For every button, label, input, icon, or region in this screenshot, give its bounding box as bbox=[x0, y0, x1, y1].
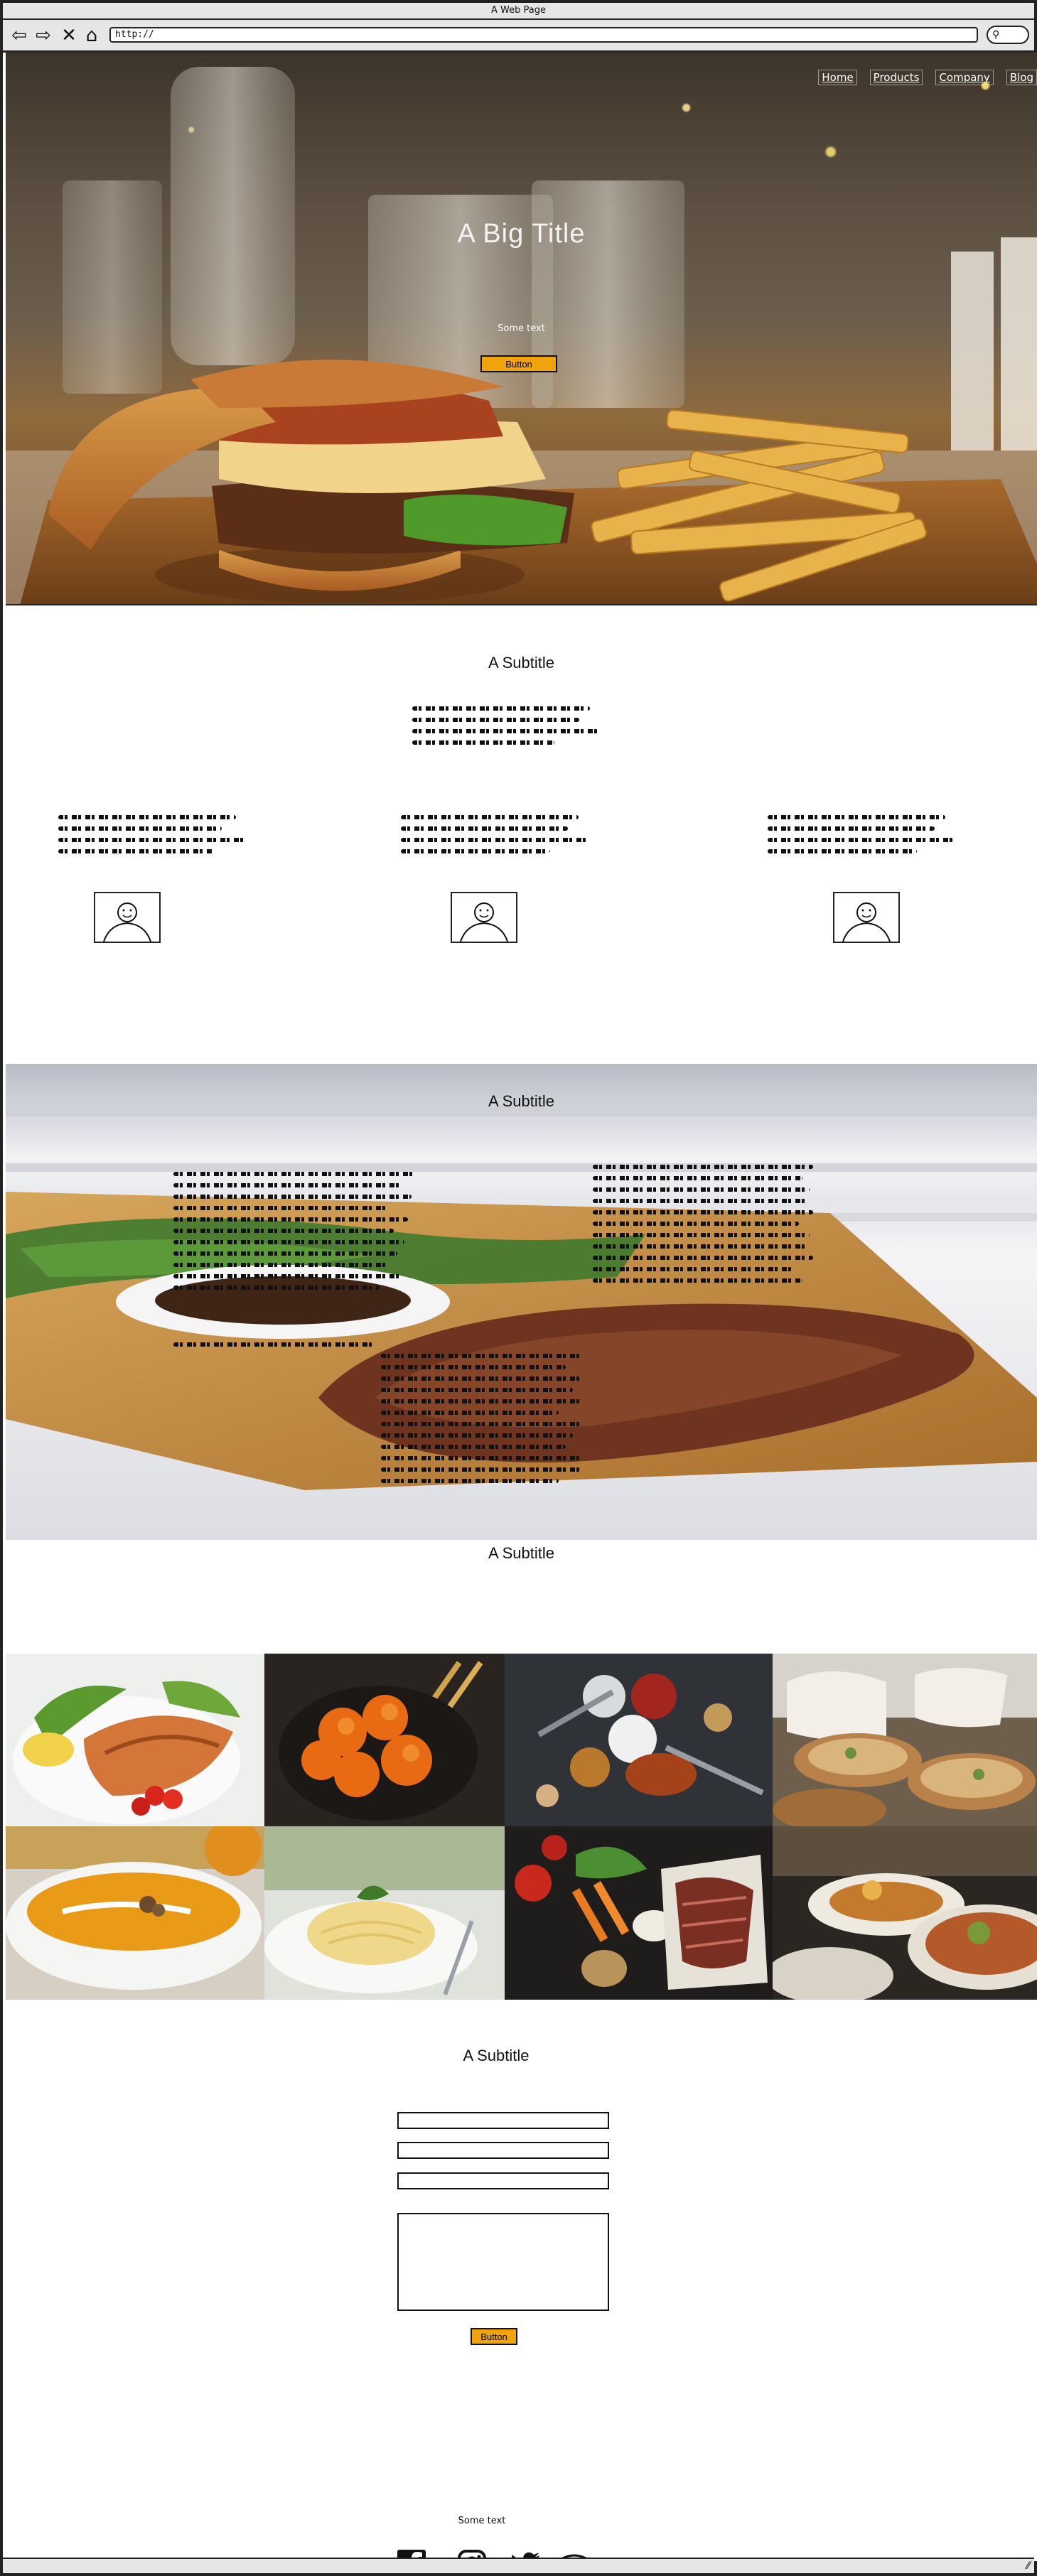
gallery-photo-platters[interactable] bbox=[773, 1826, 1037, 2000]
avatar-1 bbox=[94, 892, 161, 943]
gallery-photo-salmon[interactable] bbox=[6, 1654, 264, 1826]
message-textarea[interactable] bbox=[397, 2213, 609, 2311]
section-subtitle: A Subtitle bbox=[488, 1544, 554, 1562]
gallery-photo-chef[interactable] bbox=[773, 1654, 1037, 1826]
section-subtitle: A Subtitle bbox=[488, 654, 554, 672]
section-subtitle: A Subtitle bbox=[488, 1092, 554, 1110]
hero-text: Some text bbox=[498, 323, 545, 334]
forward-icon[interactable]: ⇨ bbox=[34, 26, 53, 45]
gallery-photo-veg-steak[interactable] bbox=[505, 1826, 773, 2000]
section-subtitle: A Subtitle bbox=[463, 2047, 530, 2064]
search-input[interactable]: ⚲ bbox=[987, 26, 1029, 44]
nav-home[interactable]: Home bbox=[818, 70, 857, 85]
email-field[interactable] bbox=[397, 2142, 609, 2159]
url-input[interactable]: http:// bbox=[109, 27, 978, 43]
close-icon[interactable]: ✕ bbox=[60, 26, 78, 45]
story-text-2 bbox=[593, 1165, 813, 1290]
phone-field[interactable] bbox=[397, 2172, 609, 2189]
feature-text-3 bbox=[768, 815, 960, 861]
resize-grip-icon[interactable]: ⁄⁄ bbox=[1026, 2560, 1030, 2572]
hero-button[interactable]: Button bbox=[480, 355, 557, 372]
search-icon: ⚲ bbox=[992, 29, 1000, 41]
page-viewport: Home Products Company Blog A Big Title S… bbox=[6, 53, 1037, 2561]
gallery-photo-pasta[interactable] bbox=[264, 1826, 505, 2000]
browser-toolbar: ⇦ ⇨ ✕ ⌂ http:// ⚲ bbox=[3, 20, 1034, 53]
browser-window: A Web Page ⇦ ⇨ ✕ ⌂ http:// ⚲ Home Produc… bbox=[0, 0, 1037, 2576]
gallery-photo-soup[interactable] bbox=[6, 1826, 264, 2000]
nav-company[interactable]: Company bbox=[935, 70, 994, 85]
intro-text-block bbox=[412, 706, 604, 752]
avatar-3 bbox=[833, 892, 900, 943]
feature-text-1 bbox=[58, 815, 245, 861]
nav-blog[interactable]: Blog bbox=[1006, 70, 1037, 85]
story-text-4 bbox=[381, 1354, 587, 1490]
gallery-section: A Subtitle bbox=[6, 1540, 1037, 1654]
hero-title: A Big Title bbox=[457, 219, 586, 249]
story-text-3 bbox=[173, 1342, 380, 1354]
features-section: A Subtitle bbox=[6, 605, 1037, 1064]
submit-button[interactable]: Button bbox=[471, 2328, 517, 2345]
feature-text-2 bbox=[401, 815, 593, 861]
story-text-1 bbox=[173, 1172, 415, 1297]
status-bar: ⁄⁄ bbox=[3, 2558, 1034, 2573]
gallery-photo-shrimp[interactable] bbox=[264, 1654, 505, 1826]
hero-section: Home Products Company Blog A Big Title S… bbox=[6, 53, 1037, 605]
back-icon[interactable]: ⇦ bbox=[10, 26, 28, 45]
footer-text: Some text bbox=[458, 2516, 506, 2526]
avatar-2 bbox=[451, 892, 517, 943]
gallery-photo-spices[interactable] bbox=[505, 1654, 773, 1826]
top-nav: Home Products Company Blog bbox=[818, 70, 1037, 85]
home-icon[interactable]: ⌂ bbox=[82, 26, 101, 45]
story-section: A Subtitle bbox=[6, 1064, 1037, 1540]
nav-products[interactable]: Products bbox=[869, 70, 923, 85]
contact-section: A Subtitle Button Some text bbox=[6, 2000, 1037, 2561]
window-title: A Web Page bbox=[3, 3, 1034, 20]
name-field[interactable] bbox=[397, 2112, 609, 2129]
photo-gallery bbox=[6, 1654, 1037, 2000]
